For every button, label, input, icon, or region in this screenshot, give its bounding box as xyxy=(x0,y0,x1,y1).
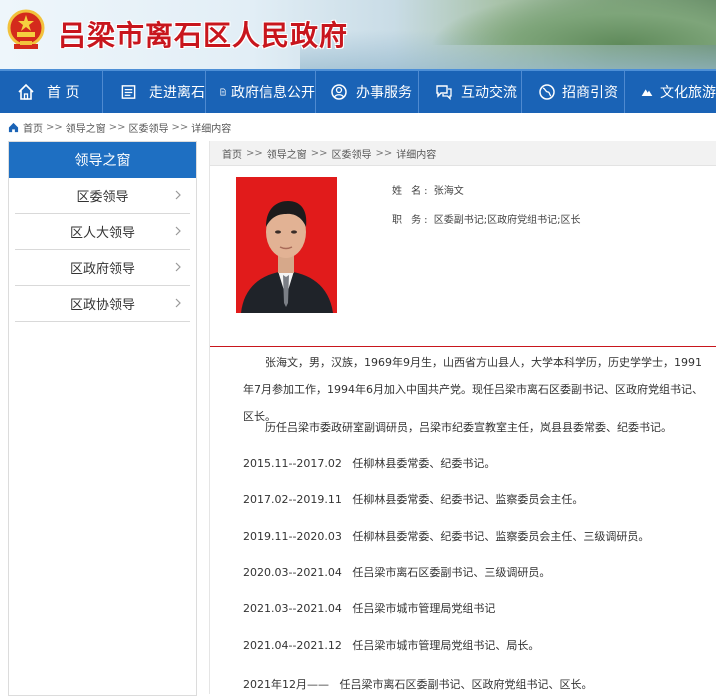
nav-services[interactable]: 办事服务 xyxy=(316,71,419,113)
timeline-item: 2017.02--2019.11 任柳林县委常委、纪委书记、监察委员会主任。 xyxy=(243,486,709,513)
breadcrumb-separator: >> xyxy=(171,121,189,133)
breadcrumb-home[interactable]: 首页 xyxy=(222,146,242,161)
chat-icon xyxy=(436,85,452,101)
nav-home[interactable]: 首 页 xyxy=(0,71,103,113)
breadcrumb-separator: >> xyxy=(46,121,63,133)
breadcrumb-district-leaders[interactable]: 区委领导 xyxy=(129,120,169,135)
bio-history-text: 历任吕梁市委政研室副调研员，吕梁市纪委宣教室主任，岚县县委常委、纪委书记。 xyxy=(265,421,672,434)
sidebar-item-government[interactable]: 区政府领导 xyxy=(15,250,190,286)
main-content: 首页 >> 领导之窗 >> 区委领导 >> 详细内容 姓 名: 张海文 职 务:… xyxy=(209,141,716,694)
national-emblem-icon xyxy=(7,9,45,49)
sidebar-item-cppcc[interactable]: 区政协领导 xyxy=(15,286,190,322)
breadcrumb-home[interactable]: 首页 xyxy=(23,120,43,135)
divider xyxy=(210,346,716,347)
timeline-item: 2021.03--2021.04 任吕梁市城市管理局党组书记 xyxy=(243,595,709,622)
timeline-text: 2019.11--2020.03 任柳林县委常委、纪委书记、监察委员会主任、三级… xyxy=(243,530,650,543)
leader-name-row: 姓 名: 张海文 xyxy=(392,182,464,197)
person-icon xyxy=(331,84,347,100)
breadcrumb: 首页 >> 领导之窗 >> 区委领导 >> 详细内容 xyxy=(8,120,232,135)
breadcrumb-current: 详细内容 xyxy=(396,149,437,161)
sidebar-item-peoples-congress[interactable]: 区人大领导 xyxy=(15,214,190,250)
sidebar: 领导之窗 区委领导 区人大领导 区政府领导 区政协领导 xyxy=(8,141,197,696)
nav-interaction[interactable]: 互动交流 xyxy=(419,71,522,113)
timeline-text: 2021.03--2021.04 任吕梁市城市管理局党组书记 xyxy=(243,602,496,615)
sidebar-item-label: 区委领导 xyxy=(76,190,129,205)
timeline-item: 2019.11--2020.03 任柳林县委常委、纪委书记、监察委员会主任、三级… xyxy=(243,523,709,550)
nav-label: 互动交流 xyxy=(461,85,517,101)
sidebar-item-label: 区人大领导 xyxy=(69,226,135,241)
chevron-right-icon xyxy=(175,298,181,308)
breadcrumb-leader-window[interactable]: 领导之窗 xyxy=(267,146,307,161)
timeline-text: 2020.03--2021.04 任吕梁市离石区委副书记、三级调研员。 xyxy=(243,566,551,579)
breadcrumb-separator: >> xyxy=(246,147,263,159)
chevron-right-icon xyxy=(175,190,181,200)
timeline-text: 2021.04--2021.12 任吕梁市城市管理局党组书记、局长。 xyxy=(243,639,540,652)
portrait-image xyxy=(236,177,337,313)
leader-name: 张海文 xyxy=(433,186,464,197)
chevron-right-icon xyxy=(175,226,181,236)
sidebar-item-label: 区政协领导 xyxy=(69,298,135,313)
site-title[interactable]: 吕梁市离石区人民政府 xyxy=(58,14,348,54)
mountain-icon xyxy=(641,89,653,96)
timeline-text: 2017.02--2019.11 任柳林县委常委、纪委书记、监察委员会主任。 xyxy=(243,493,584,506)
timeline-text: 2015.11--2017.02 任柳林县委常委、纪委书记。 xyxy=(243,457,496,470)
bio-history: 历任吕梁市委政研室副调研员，吕梁市纪委宣教室主任，岚县县委常委、纪委书记。 xyxy=(243,414,709,441)
content-breadcrumb: 首页 >> 领导之窗 >> 区委领导 >> 详细内容 xyxy=(210,141,716,166)
timeline-item: 2021.04--2021.12 任吕梁市城市管理局党组书记、局长。 xyxy=(243,632,709,659)
nav-label: 首 页 xyxy=(47,85,80,101)
timeline-item: 2015.11--2017.02 任柳林县委常委、纪委书记。 xyxy=(243,450,709,477)
nav-label: 走进离石 xyxy=(149,85,205,101)
leader-position: 区委副书记;区政府党组书记;区长 xyxy=(433,215,581,226)
name-label: 姓 名: xyxy=(392,186,431,197)
nav-label: 政府信息公开 xyxy=(231,85,315,101)
nav-culture-tourism[interactable]: 文化旅游 xyxy=(625,71,716,113)
position-label: 职 务: xyxy=(392,215,431,226)
breadcrumb-separator: >> xyxy=(310,147,328,159)
chevron-right-icon xyxy=(175,262,181,272)
document-icon xyxy=(220,88,226,96)
site-banner: 吕梁市离石区人民政府 xyxy=(0,0,716,69)
home-icon xyxy=(18,83,34,100)
nav-label: 办事服务 xyxy=(356,85,412,101)
book-icon xyxy=(121,85,136,99)
nav-gov-info[interactable]: 政府信息公开 xyxy=(206,71,316,113)
main-nav: 首 页 走进离石 政府信息公开 办事服务 互动交流 招商引资 文化旅游 xyxy=(0,69,716,113)
leader-position-row: 职 务: 区委副书记;区政府党组书记;区长 xyxy=(392,211,581,226)
banner-hill xyxy=(430,0,716,45)
nav-label: 文化旅游 xyxy=(660,85,716,101)
breadcrumb-separator: >> xyxy=(108,121,126,133)
breadcrumb-separator: >> xyxy=(375,147,393,159)
leader-portrait xyxy=(236,177,337,313)
home-icon xyxy=(8,122,19,132)
nav-label: 招商引资 xyxy=(562,85,618,101)
nav-about-lishi[interactable]: 走进离石 xyxy=(103,71,206,113)
nav-investment[interactable]: 招商引资 xyxy=(522,71,625,113)
globe-icon xyxy=(539,84,555,100)
sidebar-title: 领导之窗 xyxy=(9,142,196,178)
breadcrumb-current: 详细内容 xyxy=(191,123,232,135)
breadcrumb-district-leaders[interactable]: 区委领导 xyxy=(332,146,372,161)
sidebar-item-district-committee[interactable]: 区委领导 xyxy=(15,178,190,214)
sidebar-item-label: 区政府领导 xyxy=(69,262,135,277)
breadcrumb-leader-window[interactable]: 领导之窗 xyxy=(66,120,106,135)
timeline-item: 2020.03--2021.04 任吕梁市离石区委副书记、三级调研员。 xyxy=(243,559,709,586)
